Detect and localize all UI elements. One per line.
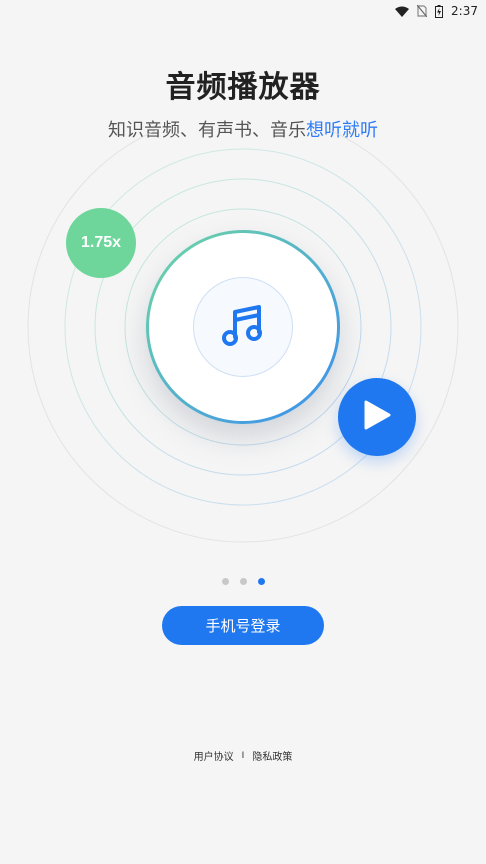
- privacy-policy-link[interactable]: 隐私政策: [252, 748, 292, 763]
- page-dot-2[interactable]: [239, 578, 247, 585]
- playback-speed-badge: 1.75x: [66, 208, 136, 278]
- page-indicator: [0, 578, 486, 585]
- status-time: 2:37: [451, 4, 478, 18]
- status-bar: 2:37: [0, 0, 486, 22]
- play-icon: [362, 399, 392, 435]
- page-title: 音频播放器: [165, 70, 321, 105]
- footer-separator: I: [241, 750, 245, 761]
- battery-charging-icon: [435, 4, 444, 18]
- disc-face: [149, 233, 337, 421]
- page-dot-3-active[interactable]: [257, 578, 265, 585]
- play-button[interactable]: [338, 378, 416, 456]
- phone-login-button[interactable]: 手机号登录: [162, 606, 324, 645]
- music-note-icon: [219, 301, 267, 353]
- user-agreement-link[interactable]: 用户协议: [194, 748, 234, 763]
- no-sim-icon: [417, 5, 428, 17]
- disc-center: [193, 277, 293, 377]
- footer-links: 用户协议 I 隐私政策: [0, 748, 486, 764]
- page-dot-1[interactable]: [221, 578, 229, 585]
- music-disc: [146, 230, 340, 424]
- wifi-icon: [395, 6, 410, 17]
